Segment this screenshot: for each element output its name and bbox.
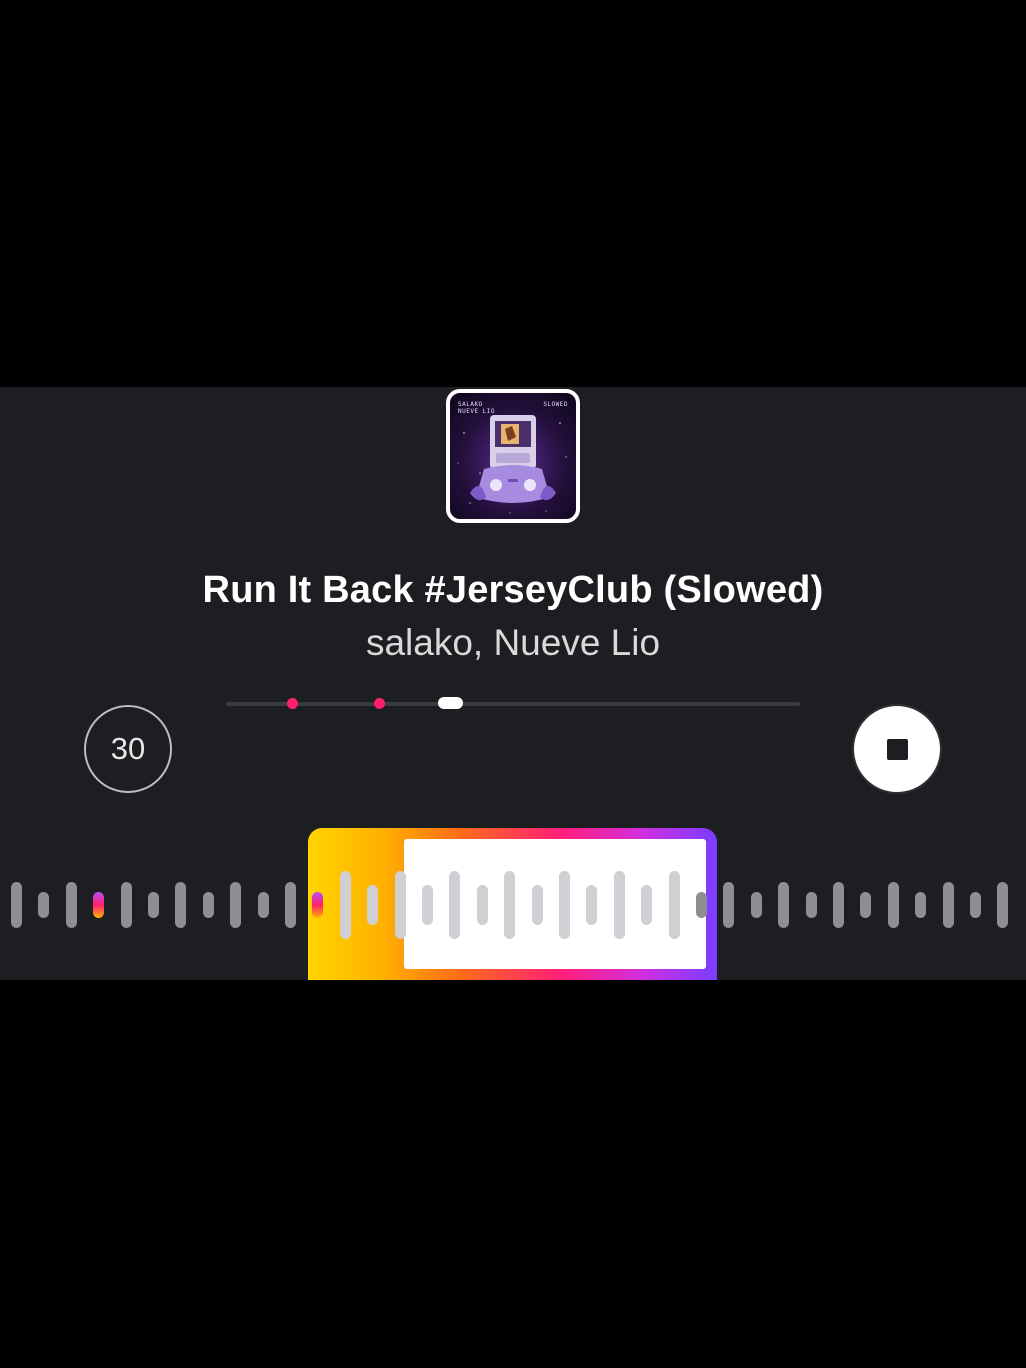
waveform-bar (120, 882, 132, 928)
waveform-bar (833, 882, 844, 928)
waveform-bar (65, 882, 77, 928)
waveform-bar (860, 892, 872, 918)
waveform-bar (230, 882, 242, 928)
waveform-bar (942, 882, 954, 928)
waveform-bar (559, 871, 570, 939)
waveform-bar (38, 892, 50, 918)
audio-waveform[interactable] (0, 387, 1026, 980)
music-sticker-panel: SALAKO NUEVE LIO SLOWED Run It Back #Jer… (0, 387, 1026, 980)
waveform-bar (394, 871, 406, 939)
waveform-bar (504, 871, 516, 939)
waveform-bar (93, 892, 105, 918)
waveform-bar (422, 885, 433, 925)
waveform-bar (312, 892, 324, 918)
waveform-bar (148, 892, 159, 918)
waveform-bar (696, 892, 707, 918)
waveform-bar (668, 871, 680, 939)
waveform-bar (531, 885, 543, 925)
waveform-bar (723, 882, 735, 928)
waveform-bar (641, 885, 653, 925)
waveform-bar (970, 892, 981, 918)
waveform-bar (367, 885, 379, 925)
waveform-bar (175, 882, 187, 928)
waveform-bar (887, 882, 899, 928)
waveform-bar (915, 892, 927, 918)
waveform-bar (257, 892, 269, 918)
waveform-bar (997, 882, 1009, 928)
waveform-bar (339, 871, 351, 939)
waveform-bar (11, 882, 22, 928)
waveform-bar (202, 892, 214, 918)
waveform-bar (613, 871, 625, 939)
waveform-bar (476, 885, 488, 925)
waveform-bar (805, 892, 817, 918)
waveform-bar (586, 885, 598, 925)
waveform-bar (285, 882, 296, 928)
waveform-bar (449, 871, 461, 939)
waveform-bar (778, 882, 790, 928)
waveform-bar (750, 892, 762, 918)
